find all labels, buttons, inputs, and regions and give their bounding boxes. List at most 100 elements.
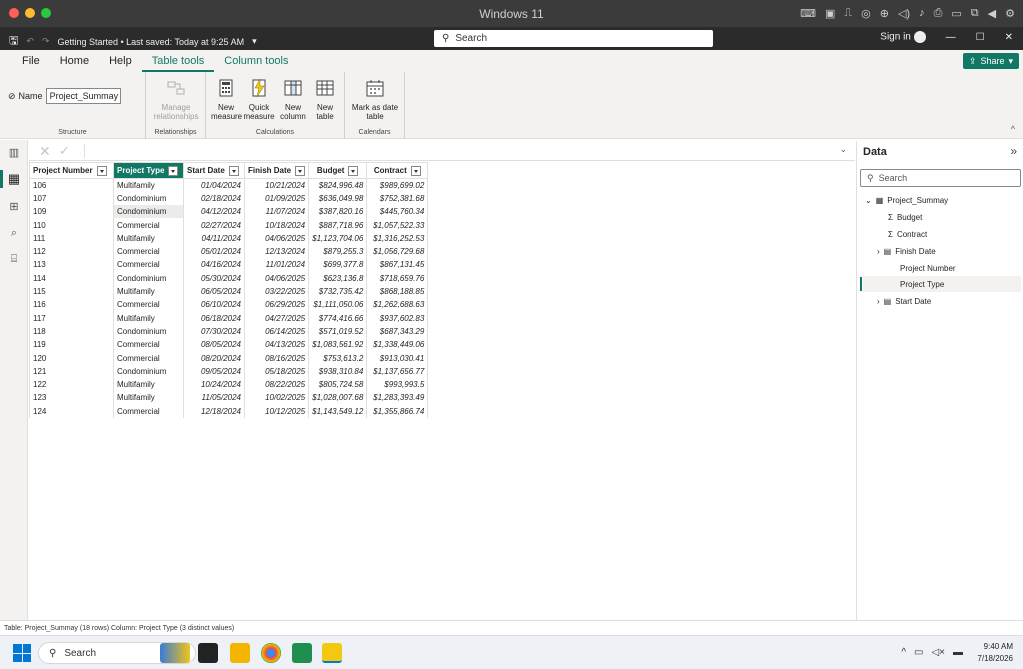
tmdl-view-icon[interactable]: ⌸ [7,252,21,266]
task-view-icon[interactable] [198,643,218,663]
mic-icon[interactable]: ♪ [919,7,925,20]
table-cell[interactable]: $824,996.48 [308,178,368,192]
table-cell[interactable]: 08/22/2025 [243,377,310,392]
tab-table-tools[interactable]: Table tools [141,50,215,72]
start-button[interactable] [13,644,31,662]
excel-icon[interactable] [292,643,312,663]
table-cell[interactable]: $1,262,688.63 [366,298,429,312]
collapse-ribbon-icon[interactable]: ^ [1011,124,1015,134]
redo-icon[interactable]: ↷ [42,36,50,47]
column-header-start-date[interactable]: Start Date [183,162,245,179]
table-cell[interactable]: 02/27/2024 [183,218,245,232]
table-cell[interactable]: $1,057,522.33 [366,218,429,232]
table-cell[interactable]: 10/24/2024 [183,377,245,392]
table-cell[interactable]: Condominium [113,191,184,206]
table-cell[interactable]: $937,602.83 [366,311,429,325]
data-search-input[interactable]: ⚲ Search [860,169,1021,187]
commit-formula-icon[interactable]: ✓ [59,143,70,159]
table-cell[interactable]: Condominium [113,271,184,285]
table-cell[interactable]: 110 [29,218,114,232]
report-view-icon[interactable]: ▥ [7,146,21,160]
table-cell[interactable]: 04/06/2025 [243,271,310,285]
table-cell[interactable]: $732,735.42 [308,284,368,299]
table-cell[interactable]: $571,019.52 [308,324,368,339]
table-cell[interactable]: $1,283,393.49 [366,391,429,405]
table-cell[interactable]: 115 [29,284,114,299]
widgets-icon[interactable] [160,643,190,663]
table-cell[interactable]: $387,820.16 [308,205,368,219]
table-cell[interactable]: $752,381.68 [366,191,429,206]
field-project-number[interactable]: Project Number [900,264,956,273]
chevron-down-icon[interactable]: ▾ [252,36,257,47]
battery-icon[interactable]: ▬ [953,647,963,658]
table-cell[interactable]: Commercial [113,244,184,259]
table-cell[interactable]: $718,659.76 [366,271,429,285]
expand-formula-icon[interactable]: ⌄ [839,144,847,155]
column-header-finish-date[interactable]: Finish Date [243,162,310,179]
table-cell[interactable]: $867,131.45 [366,258,429,272]
display-icon[interactable]: ▣ [825,7,835,20]
share-screen-icon[interactable]: ▭ [951,7,961,20]
back-icon[interactable]: ◀ [988,7,996,20]
table-cell[interactable]: $753,613.2 [308,351,368,365]
table-cell[interactable]: $989,699.02 [366,178,429,192]
table-cell[interactable]: Commercial [113,338,184,352]
close-icon[interactable]: ✕ [1005,32,1013,43]
filter-dropdown-icon[interactable] [410,165,421,176]
title-search-input[interactable]: ⚲ Search [434,30,713,47]
tab-column-tools[interactable]: Column tools [214,50,298,72]
table-cell[interactable]: 03/22/2025 [243,284,310,299]
minimize-icon[interactable]: — [946,32,956,43]
volume-icon[interactable]: ◁) [898,7,910,20]
table-cell[interactable]: Multifamily [113,178,184,192]
table-cell[interactable]: 04/11/2024 [183,231,245,245]
field-budget[interactable]: Σ Budget [888,213,922,222]
volume-icon[interactable]: ◁× [931,647,945,658]
table-cell[interactable]: 11/01/2024 [243,258,310,272]
restore-icon[interactable]: ☐ [976,32,985,43]
table-cell[interactable]: 04/06/2025 [243,231,310,245]
undo-icon[interactable]: ↶ [26,36,34,47]
table-cell[interactable]: 116 [29,298,114,312]
table-cell[interactable]: 10/02/2025 [243,391,310,405]
manage-relationships-button[interactable]: Manage relationships [151,78,201,121]
filter-dropdown-icon[interactable] [295,165,306,176]
column-header-budget[interactable]: Budget [308,162,368,179]
mark-as-date-table-button[interactable]: Mark as date table [349,78,401,121]
usb-icon[interactable]: ⎍ [844,7,852,20]
printer-icon[interactable]: ⎙ [934,7,943,20]
new-table-button[interactable]: New table [310,78,340,121]
tab-help[interactable]: Help [99,50,142,72]
tab-file[interactable]: File [12,50,50,72]
table-cell[interactable]: 05/30/2024 [183,271,245,285]
table-cell[interactable]: 112 [29,244,114,259]
table-cell[interactable]: 06/18/2024 [183,311,245,325]
save-icon[interactable]: 🖫 [9,32,18,51]
table-cell[interactable]: $1,056,729.68 [366,244,429,259]
field-start-date[interactable]: › ▤ Start Date [877,297,931,306]
table-cell[interactable]: $687,343.29 [366,324,429,339]
dax-query-icon[interactable]: ⌕ [7,226,21,240]
table-cell[interactable]: 109 [29,205,114,219]
chevron-down-icon[interactable]: ⌄ [865,196,872,205]
table-cell[interactable]: $879,255.3 [308,244,368,259]
field-project-type[interactable]: Project Type [900,280,944,289]
table-cell[interactable]: 122 [29,377,114,392]
field-finish-date[interactable]: › ▤ Finish Date [877,247,936,256]
camera-icon[interactable]: ◎ [861,7,871,20]
table-cell[interactable]: 05/01/2024 [183,244,245,259]
table-cell[interactable]: $938,310.84 [308,364,368,378]
expand-pane-icon[interactable]: » [1010,144,1017,158]
table-cell[interactable]: $1,316,252.53 [366,231,429,245]
column-header-contract[interactable]: Contract [366,162,429,179]
table-cell[interactable]: $1,111,050.06 [308,298,368,312]
table-cell[interactable]: 01/09/2025 [243,191,310,206]
column-header-project-number[interactable]: Project Number [29,162,114,179]
table-cell[interactable]: 117 [29,311,114,325]
keyboard-icon[interactable]: ⌨ [800,7,816,20]
table-cell[interactable]: $805,724.58 [308,377,368,392]
table-cell[interactable]: 123 [29,391,114,405]
table-cell[interactable]: 04/16/2024 [183,258,245,272]
table-cell[interactable]: 06/05/2024 [183,284,245,299]
table-cell[interactable]: Multifamily [113,231,184,245]
